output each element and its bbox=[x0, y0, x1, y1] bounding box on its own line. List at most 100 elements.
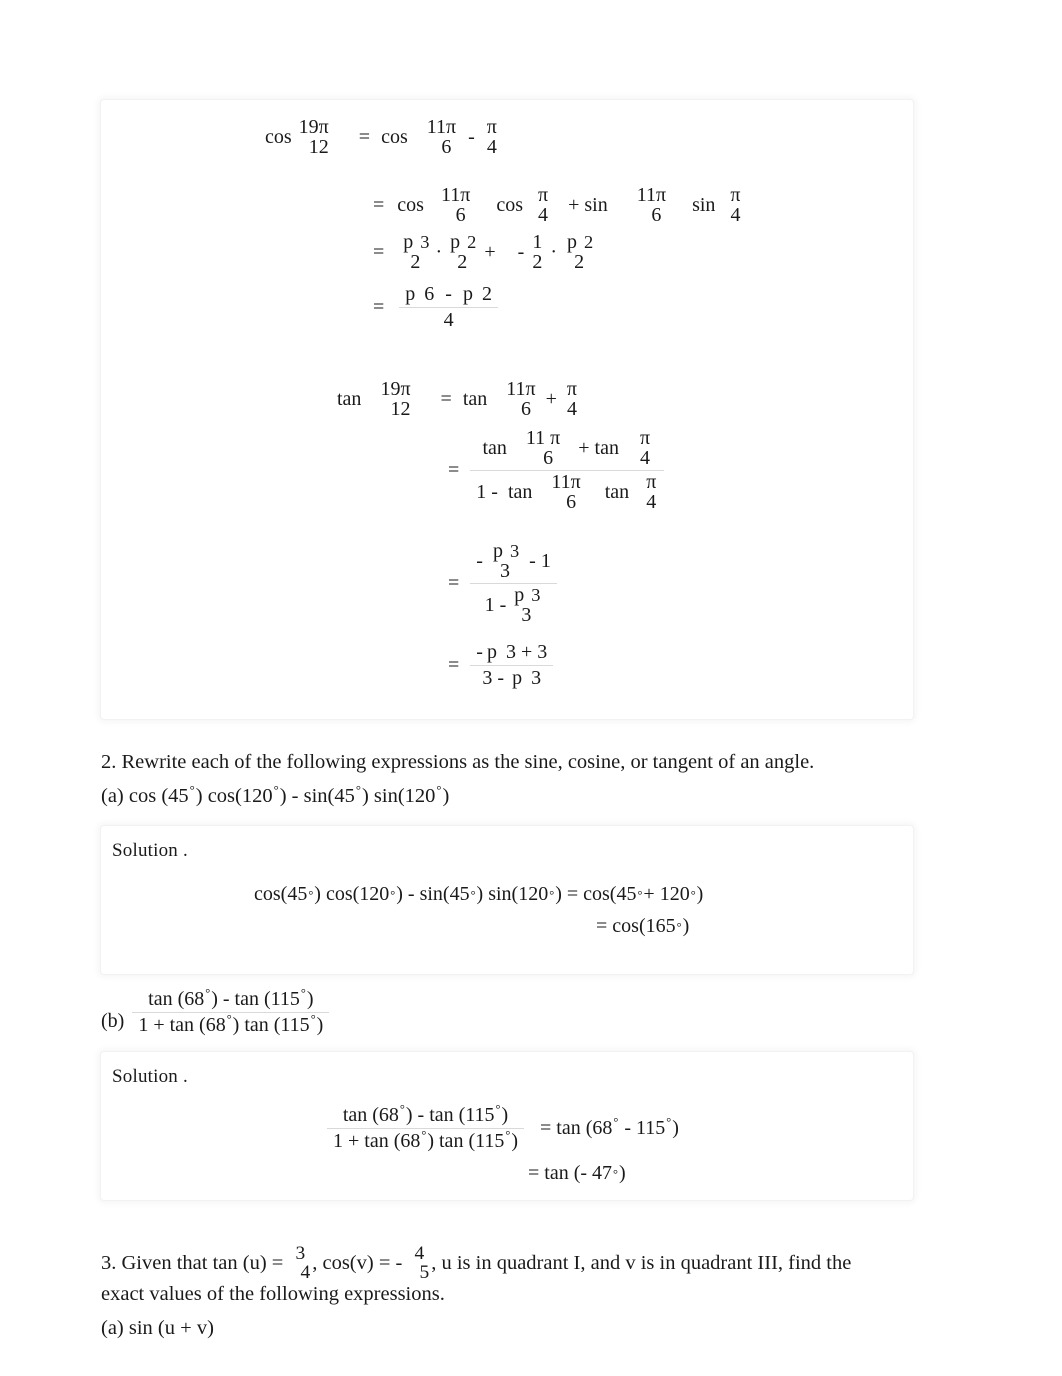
radical-glyph: p bbox=[462, 283, 473, 305]
multiplication-dot: · bbox=[550, 240, 557, 263]
one-minus: 1 - bbox=[484, 593, 507, 616]
plus-sign: + bbox=[484, 240, 496, 263]
solution-b-line-2: = tan (- 47 °) bbox=[528, 1162, 626, 1184]
degree-symbol: ° bbox=[355, 783, 361, 798]
question-2-prompt: 2. Rewrite each of the following express… bbox=[101, 751, 815, 773]
fraction-pi-over-4: π 4 bbox=[486, 116, 497, 159]
minus-sign: - bbox=[476, 641, 483, 663]
fraction-11pi-over-6: 11π 6 bbox=[426, 116, 457, 159]
tan-function: tan bbox=[604, 480, 630, 503]
plus-sin-operator: + sin bbox=[568, 193, 608, 216]
equals-sign: = bbox=[373, 240, 385, 263]
fraction-pi-over-4: π 4 bbox=[730, 184, 741, 227]
fraction-11pi-over-6: 11π 6 bbox=[506, 378, 536, 421]
fraction-4-over-5: 45 bbox=[414, 1243, 430, 1284]
math-tan-line-4: = - p 3 + 3 3 - p 3 bbox=[443, 641, 554, 690]
math-cos-line-3: = p3 2 · p2 2 + - 1 2 · p2 2 bbox=[368, 232, 595, 273]
degree-symbol: ° bbox=[495, 1102, 501, 1117]
equals-sign: = bbox=[440, 387, 452, 410]
radical-glyph: p bbox=[492, 540, 503, 562]
fraction-tan68-tan115: tan (68°) - tan (115°) 1 + tan (68°) tan… bbox=[327, 1102, 524, 1153]
multiplication-dot: · bbox=[435, 240, 443, 263]
minus-sign: - bbox=[517, 240, 525, 263]
part-b-label: (b) bbox=[101, 1010, 125, 1032]
fraction-numeric-tan-substitution: - p3 3 - 1 1 - p3 3 bbox=[464, 541, 557, 626]
fraction-sqrt3-over-3: p3 3 bbox=[492, 540, 520, 583]
minus-sign: - bbox=[468, 125, 475, 148]
cos-function: cos bbox=[265, 125, 292, 148]
degree-symbol: ° bbox=[310, 1012, 316, 1027]
fraction-pi-over-4: π 4 bbox=[537, 184, 549, 227]
math-cos-line-4: = p6 - p2 4 bbox=[368, 283, 498, 332]
minus-one: - 1 bbox=[529, 549, 551, 572]
minus-sign: - bbox=[476, 549, 483, 572]
solution-a-line-1: cos(45 °) cos(120 °) - sin(45 °) sin(120 °) … bbox=[254, 883, 704, 905]
cos-function: cos bbox=[496, 193, 523, 216]
cos-function: cos bbox=[381, 125, 408, 148]
question-2-part-b: (b) tan (68°) - tan (115°) 1 + tan (68°)… bbox=[101, 986, 330, 1037]
question-2-part-a-expression: (a) cos (45°) cos(120°) - sin(45°) sin(1… bbox=[101, 783, 450, 807]
fraction-11pi-over-6: 11π 6 bbox=[440, 184, 471, 227]
fraction-pi-over-4: π 4 bbox=[639, 427, 651, 470]
fraction-sqrt6-minus-sqrt2-over-4: p6 - p2 4 bbox=[389, 283, 498, 332]
fraction-19pi-over-12: 19π 12 bbox=[298, 116, 329, 159]
fraction-11pi-over-6: 11π 6 bbox=[636, 184, 667, 227]
math-tan-line-1: tan 19π 12 = tan 11π 6 + π 4 bbox=[337, 379, 579, 420]
fraction-tan-sum-formula: tan 11 π 6 + tan π 4 1 - tan 11π 6 tan π… bbox=[464, 427, 665, 514]
question-3-prompt-line-2: exact values of the following expression… bbox=[101, 1283, 445, 1305]
equals-sign: = bbox=[448, 458, 460, 481]
fraction-1-over-2: 1 2 bbox=[532, 231, 543, 274]
document-page: { "page": { "background": "#ffffff", "te… bbox=[0, 0, 1062, 1376]
minus-sign: - bbox=[445, 283, 452, 305]
solution-a-line-2: = cos(165 °) bbox=[596, 915, 690, 937]
fraction-sqrt3-over-3: p3 3 bbox=[514, 583, 541, 627]
fraction-pi-over-4: π 4 bbox=[646, 470, 657, 514]
math-tan-line-2: = tan 11 π 6 + tan π 4 1 - tan 11π 6 tan… bbox=[443, 427, 665, 514]
one-minus: 1 - bbox=[476, 480, 498, 503]
fraction-tan68-tan115: tan (68°) - tan (115°) 1 + tan (68°) tan… bbox=[124, 986, 330, 1037]
plus-sign: + bbox=[545, 387, 557, 410]
sin-function: sin bbox=[692, 193, 716, 216]
degree-symbol: ° bbox=[273, 783, 279, 798]
equals-sign: = bbox=[373, 193, 385, 216]
fraction-sqrt2-over-2: p2 2 bbox=[450, 231, 477, 274]
solution-label-b: Solution . bbox=[112, 1066, 188, 1087]
tan-function: tan bbox=[507, 480, 533, 503]
cos-function: cos bbox=[397, 193, 424, 216]
radical-glyph: p bbox=[566, 231, 577, 253]
solution-b-expression: tan (68°) - tan (115°) 1 + tan (68°) tan… bbox=[327, 1102, 679, 1153]
degree-symbol: ° bbox=[436, 783, 442, 798]
degree-symbol: ° bbox=[226, 1012, 232, 1027]
degree-symbol: ° bbox=[189, 783, 195, 798]
fraction-sqrt2-over-2: p2 2 bbox=[566, 231, 594, 274]
fraction-11pi-over-6: 11 π 6 bbox=[525, 427, 561, 470]
question-3-part-a: (a) sin (u + v) bbox=[101, 1317, 214, 1339]
fraction-sqrt3-over-2: p3 2 bbox=[403, 231, 430, 274]
degree-symbol: ° bbox=[300, 986, 306, 1001]
radical-glyph: p bbox=[405, 283, 416, 305]
fraction-pi-over-4: π 4 bbox=[566, 378, 578, 421]
plus-tan-operator: + tan bbox=[578, 436, 619, 459]
radical-glyph: p bbox=[450, 231, 461, 253]
equals-sign: = bbox=[358, 125, 371, 148]
radical-glyph: p bbox=[403, 231, 414, 253]
fraction-19pi-over-12: 19π 12 bbox=[380, 378, 411, 421]
degree-symbol: ° bbox=[399, 1102, 405, 1117]
solution-b-line-1: = tan (68° - 115°) bbox=[540, 1115, 679, 1139]
math-cos-line-1: cos 19π 12 = cos 11π 6 - π 4 bbox=[265, 117, 499, 158]
three-minus: 3 - bbox=[482, 667, 505, 689]
fraction-3-over-4: 34 bbox=[295, 1243, 311, 1284]
math-cos-line-2: = cos 11π 6 cos π 4 + sin 11π 6 sin π 4 bbox=[368, 185, 743, 226]
tan-function: tan bbox=[337, 387, 362, 410]
math-tan-line-3: = - p3 3 - 1 1 - p3 3 bbox=[443, 541, 557, 626]
solution-label-a: Solution . bbox=[112, 840, 188, 861]
equals-sign: = bbox=[448, 654, 460, 676]
fraction-final-tan-result: - p 3 + 3 3 - p 3 bbox=[464, 641, 554, 690]
radical-glyph: p bbox=[512, 667, 523, 689]
tan-function: tan bbox=[482, 436, 507, 459]
equals-sign: = bbox=[448, 571, 460, 594]
radical-glyph: p bbox=[514, 583, 525, 606]
fraction-11pi-over-6: 11π 6 bbox=[551, 470, 581, 514]
radical-glyph: p bbox=[486, 641, 497, 663]
tan-function: tan bbox=[462, 387, 488, 410]
